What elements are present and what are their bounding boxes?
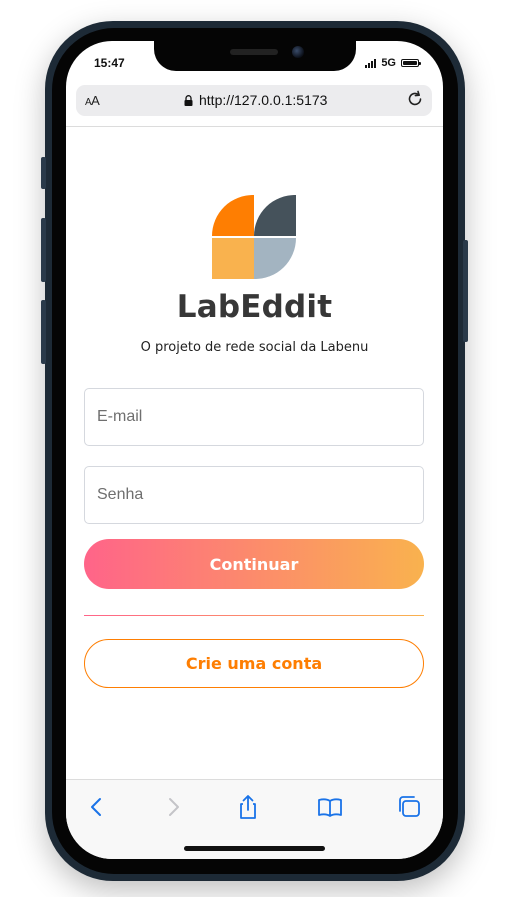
tabs-icon[interactable] [396, 794, 422, 820]
password-input[interactable] [84, 466, 424, 524]
front-camera [292, 46, 304, 58]
text-size-button[interactable]: AA [85, 93, 100, 108]
home-indicator[interactable] [184, 846, 325, 851]
speaker [230, 49, 278, 55]
share-icon[interactable] [235, 794, 261, 820]
url-display[interactable]: http://127.0.0.1:5173 [184, 92, 327, 108]
status-time: 15:47 [94, 56, 125, 70]
forward-icon[interactable] [160, 794, 186, 820]
toolbar-divider [66, 126, 443, 127]
phone-screen: 15:47 5G AA http://127.0.0.1:5173 LabEdd… [66, 41, 443, 859]
signal-icon [365, 58, 377, 68]
app-title: LabEddit [176, 289, 333, 325]
volume-up-button [41, 218, 46, 282]
bookmarks-icon[interactable] [317, 794, 343, 820]
url-text: http://127.0.0.1:5173 [199, 92, 328, 108]
notch [154, 41, 356, 71]
gradient-divider [84, 615, 424, 616]
continue-button[interactable]: Continuar [84, 539, 424, 589]
app-subtitle: O projeto de rede social da Labenu [140, 340, 369, 355]
lock-icon [184, 94, 193, 106]
back-icon[interactable] [84, 794, 110, 820]
create-account-button[interactable]: Crie uma conta [84, 639, 424, 688]
email-input[interactable] [84, 388, 424, 446]
reload-icon[interactable] [406, 90, 424, 108]
network-label: 5G [381, 57, 396, 69]
labeddit-logo [212, 195, 296, 279]
mute-switch [41, 157, 46, 189]
volume-down-button [41, 300, 46, 364]
status-indicators: 5G [365, 57, 421, 69]
address-bar[interactable]: AA http://127.0.0.1:5173 [76, 85, 432, 116]
power-button [463, 240, 468, 342]
battery-icon [401, 59, 421, 67]
